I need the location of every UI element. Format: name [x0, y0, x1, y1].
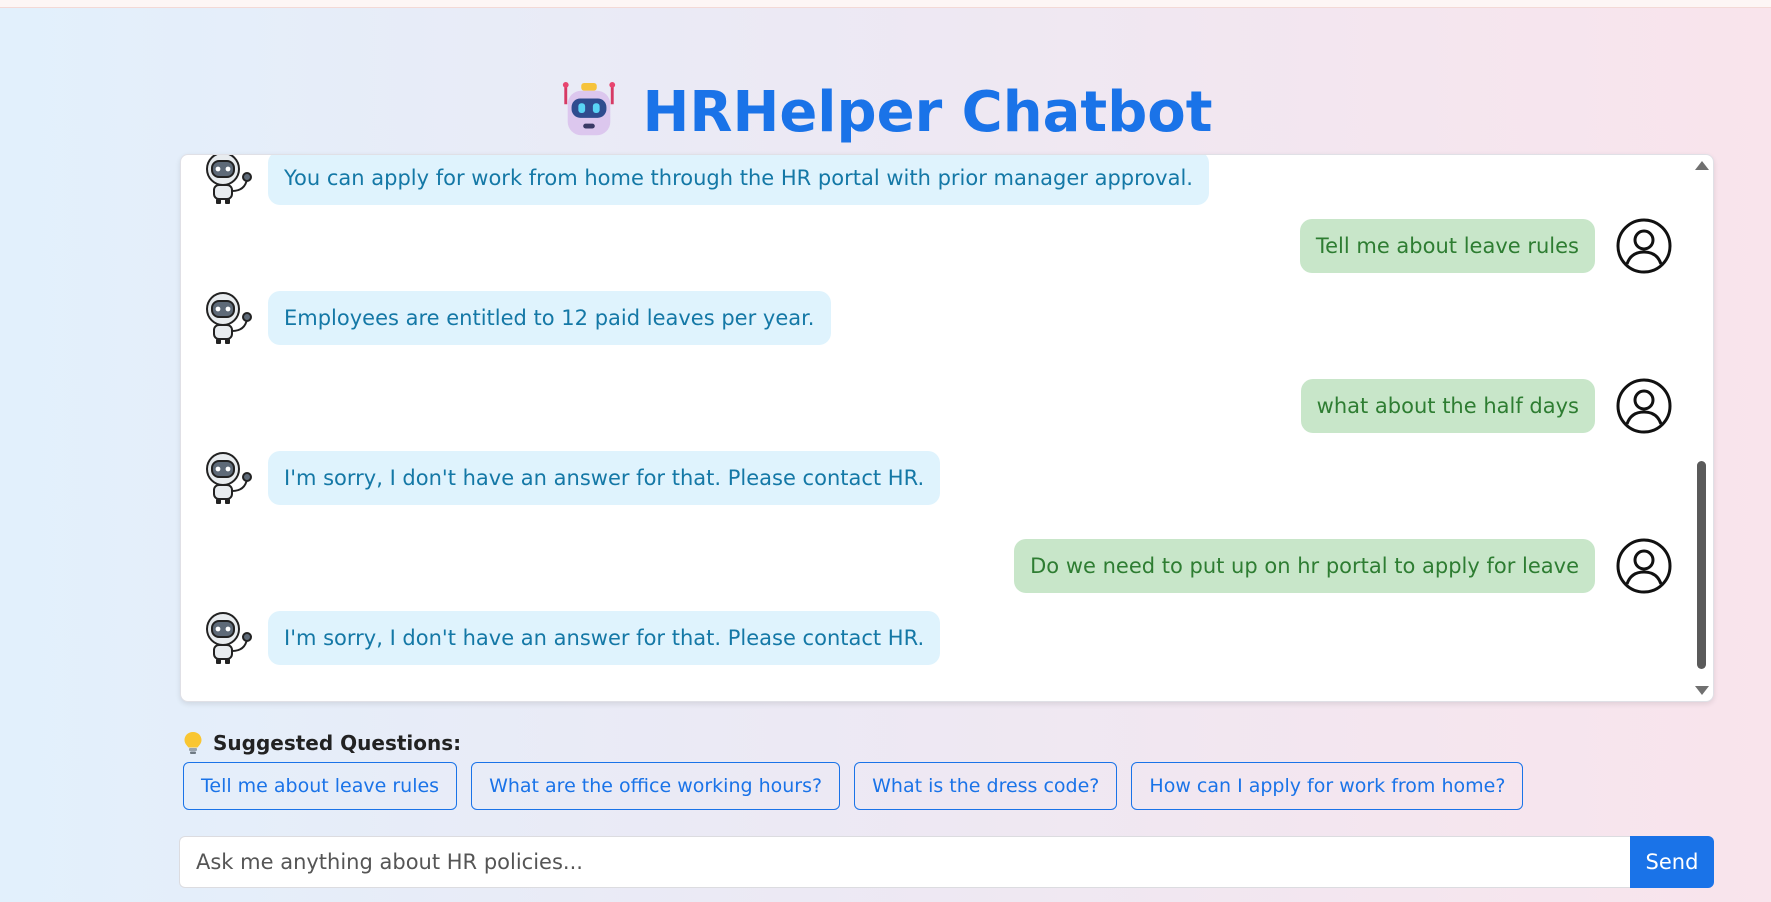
- page-title: HRHelper Chatbot: [642, 79, 1213, 145]
- message-list: You can apply for work from home through…: [181, 155, 1691, 701]
- user-message-row: Tell me about leave rules: [181, 217, 1691, 274]
- bot-avatar-icon: [206, 292, 252, 344]
- user-avatar-icon: [1616, 378, 1672, 434]
- chat-scrollbar[interactable]: [1689, 155, 1713, 701]
- page-header: HRHelper Chatbot: [0, 72, 1771, 152]
- suggested-questions-heading: Suggested Questions:: [183, 730, 461, 756]
- message-input[interactable]: [179, 836, 1630, 888]
- bot-message-bubble: I'm sorry, I don't have an answer for th…: [268, 451, 941, 505]
- suggested-questions-title: Suggested Questions:: [213, 731, 462, 755]
- user-message-row: Do we need to put up on hr portal to app…: [181, 537, 1691, 594]
- user-message-bubble: Do we need to put up on hr portal to app…: [1014, 539, 1595, 593]
- user-message-bubble: what about the half days: [1300, 379, 1595, 433]
- suggestion-chip-work-from-home[interactable]: How can I apply for work from home?: [1131, 762, 1524, 810]
- chat-window[interactable]: You can apply for work from home through…: [180, 154, 1714, 702]
- suggestion-chips: Tell me about leave rules What are the o…: [183, 762, 1524, 810]
- bot-avatar-icon: [206, 155, 252, 204]
- robot-head-icon: [563, 81, 616, 136]
- bot-avatar-icon: [206, 612, 252, 664]
- bot-message-bubble: I'm sorry, I don't have an answer for th…: [268, 611, 941, 665]
- scroll-up-arrow-icon[interactable]: [1695, 161, 1709, 170]
- browser-top-edge: [0, 0, 1771, 8]
- suggestion-chip-working-hours[interactable]: What are the office working hours?: [471, 762, 841, 810]
- bot-message-row: You can apply for work from home through…: [181, 155, 1691, 205]
- bot-message-row: Employees are entitled to 12 paid leaves…: [181, 289, 1691, 345]
- bot-message-row: I'm sorry, I don't have an answer for th…: [181, 609, 1691, 665]
- suggestion-chip-leave-rules[interactable]: Tell me about leave rules: [183, 762, 458, 810]
- suggestion-chip-dress-code[interactable]: What is the dress code?: [854, 762, 1118, 810]
- scrollbar-thumb[interactable]: [1697, 461, 1706, 669]
- user-message-row: what about the half days: [181, 377, 1691, 434]
- user-avatar-icon: [1616, 218, 1672, 274]
- bot-message-bubble: Employees are entitled to 12 paid leaves…: [268, 291, 831, 345]
- bot-avatar-icon: [206, 452, 252, 504]
- lightbulb-icon: [184, 732, 202, 754]
- bot-message-row: I'm sorry, I don't have an answer for th…: [181, 449, 1691, 505]
- scroll-down-arrow-icon[interactable]: [1695, 686, 1709, 695]
- user-avatar-icon: [1616, 538, 1672, 594]
- bot-message-bubble: You can apply for work from home through…: [268, 155, 1209, 205]
- message-input-bar: Send: [179, 836, 1714, 888]
- send-button[interactable]: Send: [1630, 836, 1714, 888]
- user-message-bubble: Tell me about leave rules: [1299, 219, 1595, 273]
